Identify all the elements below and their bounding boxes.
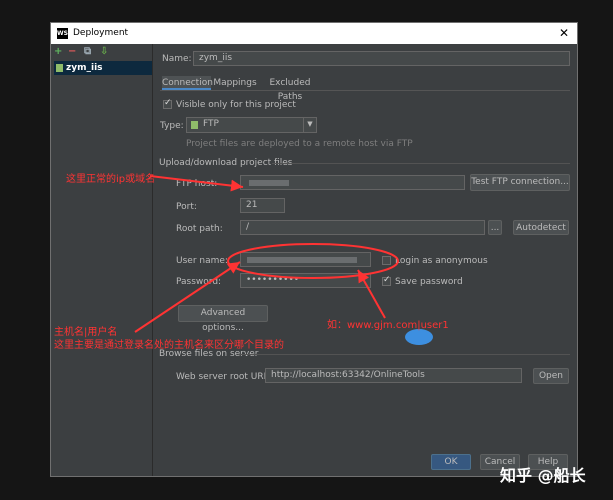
host-arrow — [149, 175, 244, 192]
example-annotation: 如：www.gjm.com|user1 — [327, 320, 449, 331]
user-annotation-line2: 这里主要是通过登录名处的主机名来区分哪个目录的 — [54, 340, 284, 351]
user-note-arrow — [134, 261, 241, 333]
host-annotation: 这里正常的ip或域名 — [66, 174, 156, 185]
zhihu-watermark: 知乎 @船长 — [500, 466, 586, 485]
example-arrow — [357, 269, 386, 319]
annotation-overlay — [134, 175, 433, 345]
blue-blob — [405, 329, 433, 345]
user-name-highlight — [227, 243, 399, 279]
